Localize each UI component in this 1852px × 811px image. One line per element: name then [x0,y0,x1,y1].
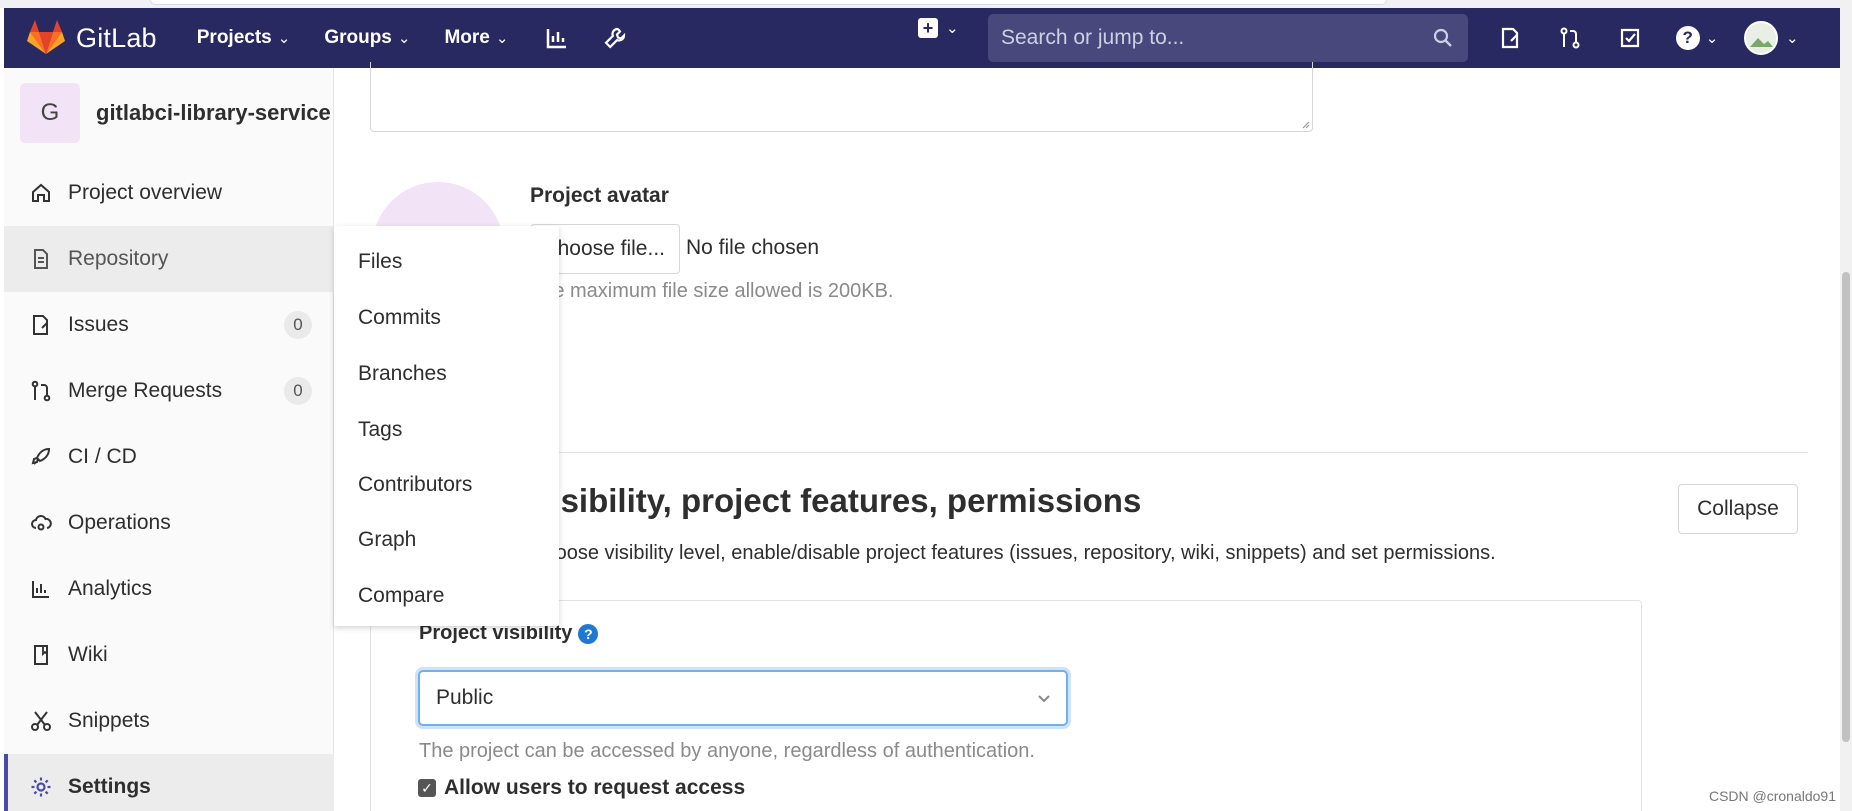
chart-icon [28,576,54,602]
request-access-checkbox[interactable]: ✓ [418,779,436,797]
file-status-text: No file chosen [686,236,820,259]
description-textarea[interactable] [370,62,1313,132]
flyout-item-tags[interactable]: Tags [358,418,402,442]
flyout-item-graph[interactable]: Graph [358,528,416,552]
sidebar-item-repository[interactable]: Repository [4,226,334,292]
merge-requests-count-badge: 0 [284,377,312,405]
rocket-icon [28,444,54,470]
chevron-down-icon: ⌄ [495,30,509,47]
todos-nav-icon[interactable] [1614,16,1646,60]
merge-request-nav-icon[interactable] [1554,16,1586,60]
chevron-down-icon: ⌄ [946,20,959,37]
search-icon[interactable] [1432,27,1454,49]
scissors-icon [28,708,54,734]
brand-name: GitLab [76,22,157,53]
sidebar-item-label: Snippets [68,709,150,732]
watermark-text: CSDN @cronaldo91 [1708,788,1836,804]
home-icon [28,180,54,206]
sidebar-item-analytics[interactable]: Analytics [4,556,334,622]
sidebar-item-wiki[interactable]: Wiki [4,622,334,688]
chevron-down-icon: ⌄ [1786,30,1799,47]
project-avatar: G [20,83,80,143]
help-dropdown[interactable]: ? ⌄ [1674,16,1720,60]
nav-menu: Projects ⌄ Groups ⌄ More ⌄ [197,23,659,53]
help-icon: ? [1675,26,1700,50]
sidebar-item-label: CI / CD [68,445,137,468]
visibility-description: The project can be accessed by anyone, r… [419,740,1035,762]
project-header[interactable]: G gitlabci-library-service [4,68,333,158]
nav-groups-dropdown[interactable]: Groups ⌄ [324,27,410,49]
sidebar-item-settings[interactable]: Settings [4,754,334,811]
nav-groups-label: Groups [324,27,392,48]
sidebar-item-project-overview[interactable]: Project overview [4,160,334,226]
project-sidebar: G gitlabci-library-service Project overv… [4,68,334,811]
sidebar-item-snippets[interactable]: Snippets [4,688,334,754]
book-icon [28,642,54,668]
gitlab-home-link[interactable]: GitLab [26,8,157,68]
browser-chrome-strip [0,0,1852,8]
nav-more-label: More [444,27,490,48]
user-menu-dropdown[interactable]: ⌄ [1744,21,1799,55]
project-name: gitlabci-library-service [96,100,331,125]
user-avatar [1744,21,1778,55]
sidebar-item-label: Merge Requests [68,379,223,402]
scrollbar-thumb[interactable] [1842,272,1850,742]
sidebar-item-merge-requests[interactable]: Merge Requests 0 [4,358,334,424]
sidebar-item-label: Repository [68,247,169,270]
merge-request-icon [28,378,54,404]
gear-icon [28,774,54,800]
issues-icon [28,312,54,338]
new-item-dropdown[interactable]: + ⌄ [918,18,959,38]
sidebar-item-label: Analytics [68,577,153,600]
nav-projects-dropdown[interactable]: Projects ⌄ [197,27,291,49]
nav-projects-label: Projects [196,27,272,48]
flyout-item-contributors[interactable]: Contributors [358,473,472,497]
help-icon[interactable]: ? [578,623,599,644]
document-icon [28,246,54,272]
gitlab-logo-icon [27,20,65,54]
section-title: Visibility, project features, permission… [530,482,1142,519]
visibility-select[interactable]: Public [418,670,1068,726]
collapse-button[interactable]: Collapse [1678,484,1798,534]
sidebar-item-label: Issues [68,313,129,336]
resize-handle-icon[interactable] [1300,119,1310,129]
plus-icon: + [918,18,938,38]
cloud-gear-icon [28,510,54,536]
sidebar-item-label: Project overview [68,181,223,204]
chevron-down-icon [1038,695,1050,703]
request-access-row: ✓ Allow users to request access [418,776,745,800]
sidebar-item-issues[interactable]: Issues 0 [4,292,334,358]
search-input[interactable] [988,26,1408,50]
issues-nav-icon[interactable] [1494,16,1526,60]
flyout-item-files[interactable]: Files [358,250,402,274]
flyout-item-branches[interactable]: Branches [358,362,447,386]
sidebar-item-label: Wiki [68,643,108,666]
repository-flyout-menu: Files Commits Branches Tags Contributors… [334,226,559,626]
nav-more-dropdown[interactable]: More ⌄ [444,27,508,49]
sidebar-item-ci-cd[interactable]: CI / CD [4,424,334,490]
admin-wrench-icon[interactable] [600,23,630,53]
sidebar-item-operations[interactable]: Operations [4,490,334,556]
flyout-item-compare[interactable]: Compare [358,584,444,608]
navbar-right-icons: ? ⌄ ⌄ [1494,16,1799,60]
visibility-selected-value: Public [436,686,494,709]
issues-count-badge: 0 [284,311,312,339]
sidebar-item-label: Operations [68,511,171,534]
activity-chart-icon[interactable] [542,23,572,53]
request-access-label: Allow users to request access [444,776,746,799]
flyout-item-commits[interactable]: Commits [358,306,441,330]
sidebar-item-label: Settings [68,775,151,798]
search-box [988,14,1468,62]
section-divider [530,452,1808,453]
project-avatar-label: Project avatar [530,184,669,207]
chevron-down-icon: ⌄ [1705,30,1719,47]
chevron-down-icon: ⌄ [277,30,291,47]
file-size-hint: The maximum file size allowed is 200KB. [530,280,894,302]
section-description: Choose visibility level, enable/disable … [530,542,1496,564]
chevron-down-icon: ⌄ [397,30,411,47]
